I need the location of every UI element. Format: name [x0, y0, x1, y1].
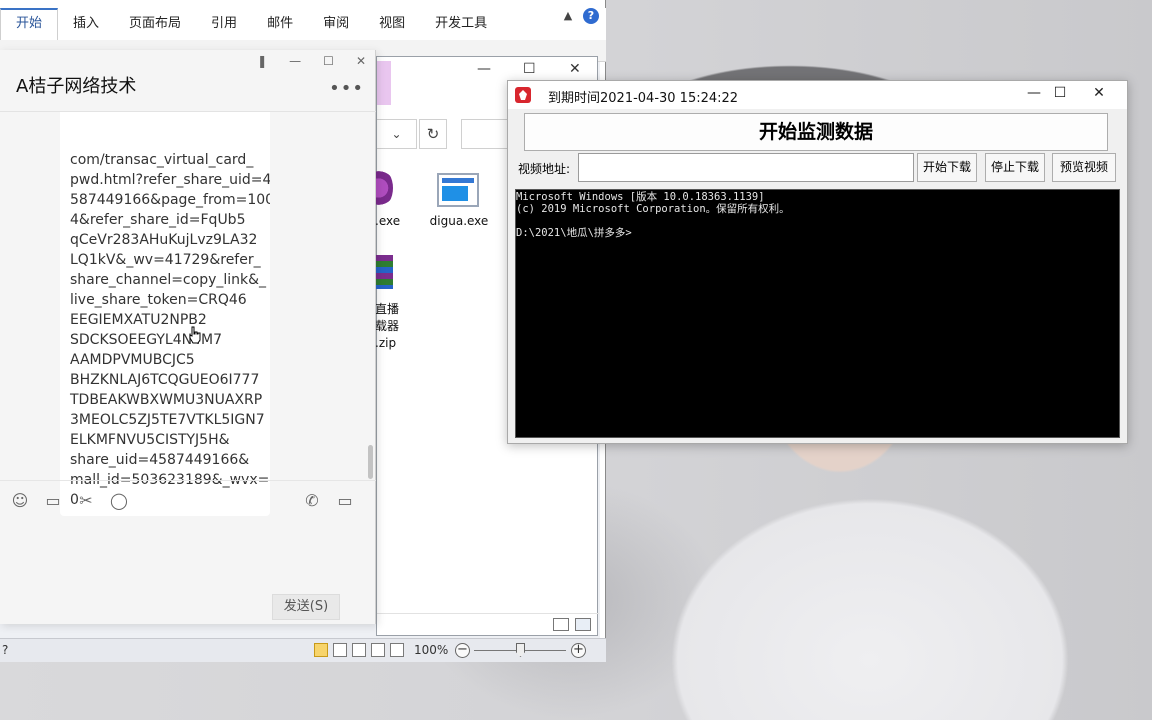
- window-title: 到期时间2021-04-30 15:24:22: [548, 91, 739, 106]
- minimize-icon[interactable]: —: [477, 61, 491, 77]
- folder-icon[interactable]: ▭: [43, 491, 63, 511]
- preview-video-button[interactable]: 预览视频: [1052, 153, 1116, 182]
- draft-icon[interactable]: [390, 643, 404, 657]
- message-line: com/transac_virtual_card_: [70, 152, 254, 168]
- chat-toolbar: ☺ ▭ ✂ ◯: [10, 491, 129, 513]
- tab-insert[interactable]: 插入: [58, 8, 114, 40]
- ribbon-right-controls: ▲ ?: [561, 8, 599, 24]
- maximize-icon[interactable]: ☐: [523, 61, 536, 77]
- tab-home[interactable]: 开始: [0, 8, 59, 40]
- call-toolbar: ✆ ▭: [302, 491, 355, 513]
- refresh-icon[interactable]: ↻: [419, 119, 447, 149]
- message-line: EEGIEMXATU2NPB2: [70, 312, 207, 328]
- ribbon-tabs: 开始 插入 页面布局 引用 邮件 审阅 视图 开发工具: [0, 8, 606, 40]
- zoom-in-icon[interactable]: +: [571, 643, 586, 658]
- zoom-slider-thumb[interactable]: [516, 643, 525, 657]
- web-layout-icon[interactable]: [352, 643, 366, 657]
- message-line: qCeVr283AHuKujLvz9LA32: [70, 232, 258, 248]
- close-icon[interactable]: ✕: [569, 61, 581, 77]
- tab-view[interactable]: 视图: [364, 8, 420, 40]
- message-line: TDBEAKWBXWMU3NUAXRP: [70, 392, 263, 408]
- view-mode-buttons: [314, 643, 404, 657]
- status-text: ?: [2, 643, 9, 657]
- tab-developer[interactable]: 开发工具: [420, 8, 502, 40]
- stop-download-button[interactable]: 停止下载: [985, 153, 1045, 182]
- file-name[interactable]: 直播 载器 .zip: [375, 301, 399, 352]
- maximize-icon[interactable]: ☐: [1046, 82, 1074, 106]
- full-screen-reading-icon[interactable]: [333, 643, 347, 657]
- message-bubble[interactable]: com/transac_virtual_card_ pwd.html?refer_…: [60, 112, 270, 516]
- message-text: com/transac_virtual_card_ pwd.html?refer_…: [70, 150, 270, 510]
- message-line: 4&refer_share_id=FqUb5: [70, 212, 246, 228]
- message-line: 3MEOLC5ZJ5TE7VTKL5IGN7: [70, 412, 265, 428]
- zoom-out-icon[interactable]: −: [455, 643, 470, 658]
- message-line: SDCKSOEEGYL4N4M7: [70, 332, 222, 348]
- explorer-ribbon-highlight: [377, 61, 391, 105]
- close-icon[interactable]: ✕: [356, 54, 366, 68]
- message-line: AAMDPVMUBCJC5: [70, 352, 195, 368]
- window-app-icon[interactable]: [437, 173, 479, 207]
- start-monitor-button[interactable]: 开始监测数据: [524, 113, 1108, 151]
- minimize-icon[interactable]: —: [1020, 82, 1048, 106]
- message-line: live_share_token=CRQ46: [70, 292, 247, 308]
- tab-review[interactable]: 审阅: [308, 8, 364, 40]
- message-line: 587449166&page_from=100: [70, 192, 270, 208]
- collapse-ribbon-icon[interactable]: ▲: [561, 9, 575, 23]
- scissors-icon[interactable]: ✂: [76, 491, 96, 511]
- tab-references[interactable]: 引用: [196, 8, 252, 40]
- file-name[interactable]: .exe: [375, 213, 400, 230]
- message-line: share_channel=copy_link&_: [70, 272, 267, 288]
- details-view-icon[interactable]: [553, 618, 569, 631]
- message-line: share_uid=4587449166&: [70, 452, 250, 468]
- video-url-label: 视频地址:: [518, 162, 571, 176]
- chat-title: A桔子网络技术: [16, 76, 137, 97]
- tab-page-layout[interactable]: 页面布局: [114, 8, 196, 40]
- message-line: ELKMFNVU5CISTYJ5H&: [70, 432, 230, 448]
- message-line: BHZKNLAJ6TCQGUEO6I777: [70, 372, 260, 388]
- pin-icon[interactable]: ❚: [257, 54, 267, 68]
- more-icon[interactable]: •••: [329, 78, 364, 99]
- outline-icon[interactable]: [371, 643, 385, 657]
- video-url-input[interactable]: [578, 153, 914, 182]
- input-divider: [0, 480, 376, 481]
- start-download-button[interactable]: 开始下载: [917, 153, 977, 182]
- send-button[interactable]: 发送(S): [272, 594, 340, 620]
- help-icon[interactable]: ?: [583, 8, 599, 24]
- word-statusbar: ? 100% − +: [0, 638, 606, 662]
- minimize-icon[interactable]: —: [289, 54, 301, 68]
- chat-header: A桔子网络技术 ❚ — ☐ ✕ •••: [0, 50, 376, 112]
- word-titlebar[interactable]: [0, 0, 605, 8]
- message-line: LQ1kV&_wv=41729&refer_: [70, 252, 261, 268]
- zoom-level[interactable]: 100%: [414, 643, 448, 657]
- print-layout-icon[interactable]: [314, 643, 328, 657]
- chat-bubble-icon[interactable]: ◯: [109, 491, 129, 511]
- winrar-archive-icon[interactable]: [375, 255, 393, 289]
- tiles-view-icon[interactable]: [575, 618, 591, 631]
- address-dropdown-icon[interactable]: ⌄: [377, 119, 417, 149]
- console-output[interactable]: Microsoft Windows [版本 10.0.18363.1139] (…: [515, 189, 1120, 438]
- hand-cursor-icon: [189, 326, 201, 344]
- message-line: pwd.html?refer_share_uid=4: [70, 172, 270, 188]
- maximize-icon[interactable]: ☐: [323, 54, 334, 68]
- video-icon[interactable]: ▭: [335, 491, 355, 511]
- phone-icon[interactable]: ✆: [302, 491, 322, 511]
- emoji-icon[interactable]: ☺: [10, 491, 30, 511]
- tab-mailings[interactable]: 邮件: [252, 8, 308, 40]
- tool-titlebar[interactable]: 到期时间2021-04-30 15:24:22 — ☐ ✕: [508, 81, 1127, 109]
- app-logo-icon: [515, 87, 531, 103]
- close-icon[interactable]: ✕: [1074, 82, 1124, 106]
- download-tool-window[interactable]: 到期时间2021-04-30 15:24:22 — ☐ ✕ 开始监测数据 视频地…: [507, 80, 1128, 444]
- chat-window-controls: ❚ — ☐ ✕: [257, 54, 366, 68]
- file-name[interactable]: digua.exe: [427, 213, 491, 230]
- chat-scrollbar[interactable]: [368, 445, 373, 479]
